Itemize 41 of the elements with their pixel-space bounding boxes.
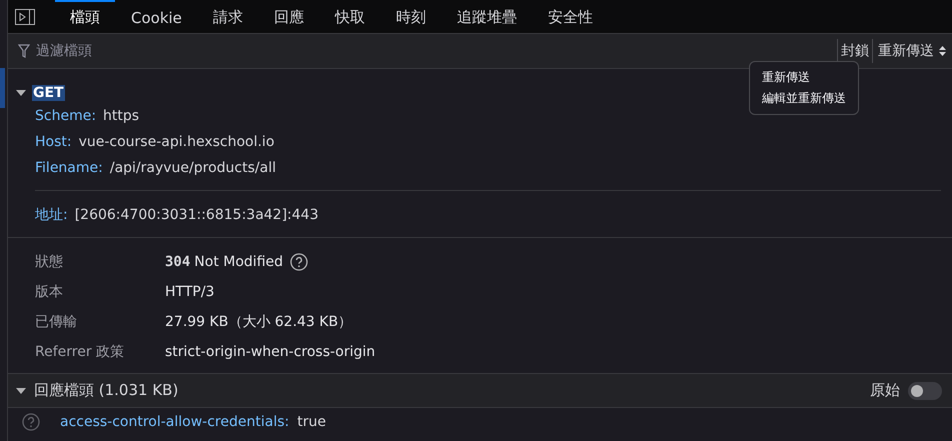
field-name: Host: [35,134,72,150]
menu-item[interactable]: 編輯並重新傳送 [750,88,858,109]
field-value: vue-course-api.hexschool.io [78,134,274,150]
menu-item[interactable]: 重新傳送 [750,67,858,88]
header-value: true [297,414,326,430]
tab[interactable]: 請求 [198,0,258,33]
status-label: 已傳輸 [35,313,78,331]
filter-field[interactable]: 過濾檔頭 [34,42,238,60]
resend-button[interactable]: 重新傳送 [873,42,946,60]
tab[interactable]: Cookie [116,0,197,33]
field-value: [2606:4700:3031::6815:3a42]:443 [74,207,318,223]
tab[interactable]: 回應 [258,0,319,33]
tab[interactable]: 快取 [320,0,380,33]
section-title: 回應檔頭 (1.031 KB) [34,381,178,400]
tab[interactable]: 安全性 [532,0,608,33]
tab[interactable]: 追蹤堆疊 [442,0,532,33]
raw-label: 原始 [870,381,900,400]
status-label: Referrer 政策 [35,343,126,361]
field-name: Scheme: [35,108,96,124]
tab[interactable]: 時刻 [380,0,441,33]
raw-toggle[interactable] [908,382,942,400]
field-value: /api/rayvue/products/all [110,160,276,176]
status-text: Not Modified [194,254,284,270]
help-icon [290,253,308,271]
status-value: HTTP/3 [165,284,214,300]
filter-icon [18,44,30,58]
section-header[interactable]: 回應檔頭 (1.031 KB) 原始 [8,373,952,408]
request-method: GET [32,85,65,101]
status-code: 304 [165,254,190,270]
dropdown-arrows-icon [939,46,946,56]
status-label: 狀態 [35,253,64,271]
field-value: https [103,108,140,124]
status-value: strict-origin-when-cross-origin [165,344,376,360]
header-name: access-control-allow-credentials: [60,414,290,430]
status-value: 27.99 KB（大小 62.43 KB） [165,313,352,331]
help-icon [22,413,40,431]
sidebar-panel-icon[interactable] [15,8,35,24]
selection-marker [0,68,5,108]
field-name: 地址: [35,206,68,224]
field-name: Filename: [35,160,103,176]
status-label: 版本 [35,283,64,301]
